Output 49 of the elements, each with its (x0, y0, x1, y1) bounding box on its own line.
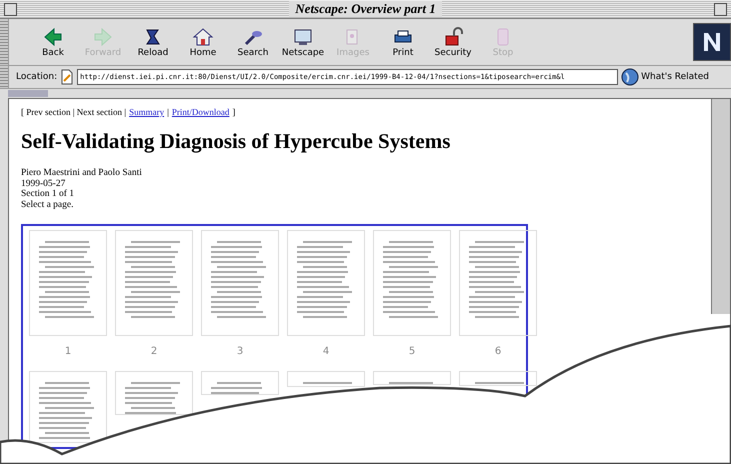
page-thumbnail[interactable] (459, 230, 537, 336)
zoom-box[interactable] (714, 2, 727, 16)
page-number: 2 (150, 345, 158, 359)
nav-text: [ Prev section | Next section | (21, 107, 126, 117)
toolbar-grip[interactable] (0, 19, 9, 65)
house-icon (192, 26, 214, 48)
page-number: 6 (494, 345, 502, 359)
info-text: 1999-05-27 (21, 178, 66, 189)
back-button[interactable]: Back (29, 21, 77, 63)
search-button[interactable]: Search (229, 21, 277, 63)
page-thumbnail[interactable] (287, 371, 365, 387)
info-text: Section 1 of 1 (21, 189, 76, 200)
close-box[interactable] (4, 2, 17, 16)
print-button[interactable]: Print (379, 21, 427, 63)
page-thumbnail[interactable] (201, 371, 279, 395)
nav-text: ] (232, 107, 236, 117)
page-thumbnail[interactable] (287, 230, 365, 336)
netscape-button[interactable]: Netscape (279, 21, 327, 63)
page-thumbnail[interactable] (373, 371, 451, 385)
nav-link[interactable]: Summary (129, 107, 164, 117)
home-button[interactable]: Home (179, 21, 227, 63)
page-number: 5 (408, 345, 416, 359)
page-heading: Self-Validating Diagnosis of Hypercube Systems (21, 129, 452, 154)
page-thumbnail[interactable] (29, 371, 107, 443)
netscape-logo-icon[interactable] (693, 23, 731, 61)
info-text: Piero Maestrini and Paolo Santi (21, 168, 143, 178)
page-thumbnail[interactable] (373, 230, 451, 336)
right-arrow-icon (92, 26, 114, 48)
left-arrow-icon (42, 26, 64, 48)
page-number: 4 (322, 345, 330, 359)
window-title: Netscape: Overview part 1 (289, 1, 442, 17)
nav-link[interactable]: Print/Download (172, 107, 230, 117)
scrollbar[interactable] (711, 99, 730, 314)
page-thumbnail[interactable] (115, 230, 193, 336)
page-thumbnail[interactable] (29, 230, 107, 336)
whats-related-button[interactable]: What's Related (621, 68, 709, 86)
location-label: Location: (16, 72, 58, 82)
toolbar-grip[interactable] (0, 66, 9, 88)
page-icon[interactable] (60, 69, 74, 85)
page-number: 1 (64, 345, 72, 359)
globe-icon (621, 68, 640, 86)
page-number: 3 (236, 345, 244, 359)
info-text: Select a page. (21, 200, 74, 210)
page-thumbnail[interactable] (201, 230, 279, 336)
page-thumbnail[interactable] (115, 371, 193, 415)
reload-button[interactable]: Reload (129, 21, 177, 63)
nav-text: | (167, 107, 169, 117)
page-thumbnail[interactable] (459, 371, 537, 386)
security-button[interactable]: Security (429, 21, 477, 63)
